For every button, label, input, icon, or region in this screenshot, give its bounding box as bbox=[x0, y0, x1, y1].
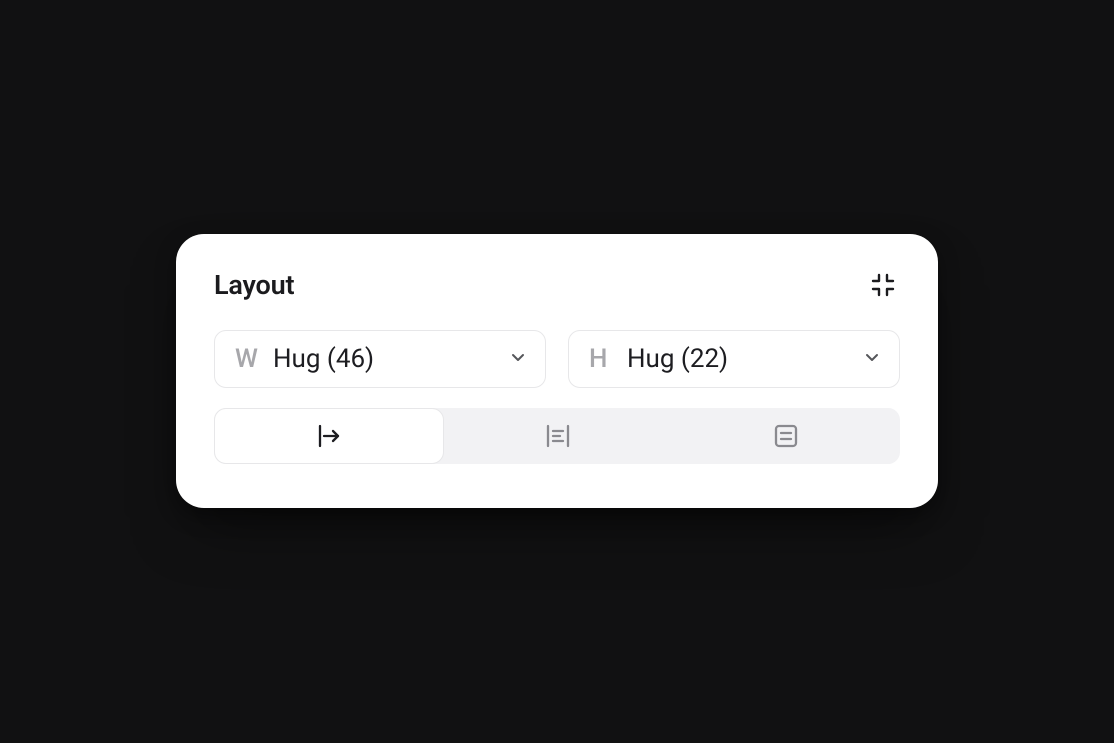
width-value: Hug (46) bbox=[273, 344, 509, 374]
arrow-right-from-line-icon bbox=[314, 421, 344, 451]
stage: Layout W Hug (46) bbox=[0, 0, 1114, 743]
layout-panel: Layout W Hug (46) bbox=[176, 234, 938, 508]
dimensions-row: W Hug (46) H Hug (22) bbox=[214, 330, 900, 388]
panel-header: Layout bbox=[214, 268, 900, 302]
height-value: Hug (22) bbox=[627, 344, 863, 374]
height-letter: H bbox=[589, 344, 619, 374]
chevron-down-icon bbox=[509, 348, 527, 370]
panel-title: Layout bbox=[214, 269, 294, 301]
layout-mode-segmented bbox=[214, 408, 900, 464]
wrap-lines-icon bbox=[543, 421, 573, 451]
collapse-button[interactable] bbox=[866, 268, 900, 302]
height-field[interactable]: H Hug (22) bbox=[568, 330, 900, 388]
layout-box-icon bbox=[772, 422, 800, 450]
layout-mode-wrap[interactable] bbox=[444, 408, 672, 464]
layout-mode-grid[interactable] bbox=[672, 408, 900, 464]
layout-mode-horizontal[interactable] bbox=[214, 408, 444, 464]
width-field[interactable]: W Hug (46) bbox=[214, 330, 546, 388]
collapse-icon bbox=[867, 269, 899, 301]
width-letter: W bbox=[235, 344, 265, 374]
chevron-down-icon bbox=[863, 348, 881, 370]
